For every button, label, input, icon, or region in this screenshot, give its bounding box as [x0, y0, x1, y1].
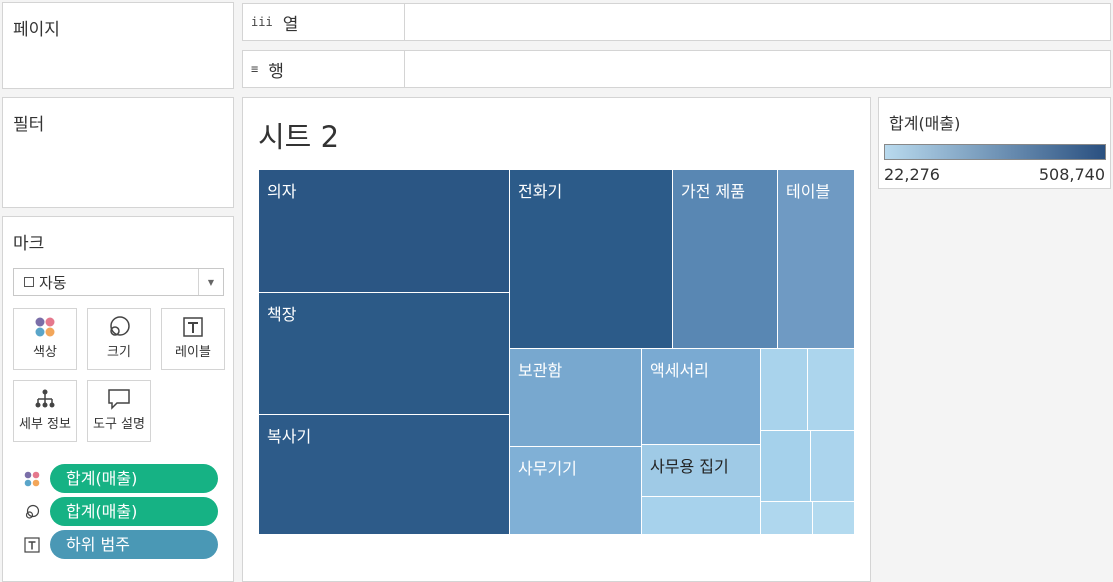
treemap-tile[interactable]: 복사기 — [259, 415, 510, 535]
treemap-tile[interactable]: 전화기 — [510, 170, 673, 349]
treemap-tile[interactable]: 의자 — [259, 170, 510, 293]
treemap-tile[interactable] — [813, 502, 855, 535]
chevron-down-icon[interactable]: ▼ — [198, 269, 223, 295]
treemap-tile[interactable] — [761, 349, 808, 431]
size-icon — [110, 316, 130, 336]
square-icon — [24, 277, 34, 287]
hierarchy-icon — [35, 389, 55, 408]
color-button-label: 색상 — [33, 345, 57, 360]
size-button-label: 크기 — [107, 345, 131, 360]
marks-field-row: 하위 범주 — [23, 530, 223, 560]
marks-field-row: 합계(매출) — [23, 497, 223, 527]
treemap-tile[interactable]: 사무기기 — [510, 447, 642, 535]
tooltip-button-label: 도구 설명 — [93, 417, 145, 432]
legend-color-ramp — [884, 144, 1106, 160]
text-t-icon — [183, 317, 203, 337]
columns-shelf[interactable]: iii 열 — [242, 3, 1111, 41]
legend-title: 합계(매출) — [889, 114, 961, 133]
sheet-title: 시트 2 — [258, 120, 340, 154]
size-icon — [23, 503, 41, 521]
mark-type-dropdown[interactable]: 자동 ▼ — [13, 268, 224, 296]
rows-icon: ≡ — [251, 62, 259, 76]
marks-card-title: 마크 — [13, 234, 45, 254]
color-button[interactable]: 색상 — [13, 308, 77, 370]
pages-panel[interactable]: 페이지 — [2, 2, 234, 89]
marks-field-row: 합계(매출) — [23, 464, 223, 494]
treemap-tile[interactable] — [808, 349, 855, 431]
filters-panel[interactable]: 필터 — [2, 97, 234, 208]
treemap-tile[interactable] — [761, 502, 813, 535]
rows-shelf-label: 행 — [268, 61, 284, 82]
tooltip-button[interactable]: 도구 설명 — [87, 380, 151, 442]
marks-card: 마크 자동 ▼ 색상 크기 레이블 세부 정보 도구 설명 합계(매출) 합계(… — [2, 216, 234, 582]
treemap-tile[interactable] — [642, 497, 761, 535]
speech-bubble-icon — [108, 389, 130, 410]
detail-button[interactable]: 세부 정보 — [13, 380, 77, 442]
treemap-tile[interactable]: 보관함 — [510, 349, 642, 447]
label-pill[interactable]: 하위 범주 — [50, 530, 218, 559]
columns-shelf-label: 열 — [282, 14, 299, 35]
label-button[interactable]: 레이블 — [161, 308, 225, 370]
legend-min-value: 22,276 — [884, 165, 940, 184]
rows-shelf[interactable]: ≡ 행 — [242, 50, 1111, 88]
treemap-tile[interactable]: 액세서리 — [642, 349, 761, 445]
label-button-label: 레이블 — [175, 345, 211, 360]
mark-type-value: 자동 — [39, 273, 67, 292]
treemap-tile[interactable] — [761, 431, 811, 502]
treemap-tile[interactable]: 테이블 — [778, 170, 855, 349]
size-button[interactable]: 크기 — [87, 308, 151, 370]
color-icon — [23, 470, 41, 488]
pages-panel-title: 페이지 — [13, 20, 60, 40]
size-pill[interactable]: 합계(매출) — [50, 497, 218, 526]
detail-button-label: 세부 정보 — [19, 417, 71, 432]
legend-max-value: 508,740 — [1038, 165, 1105, 184]
treemap-tile[interactable] — [811, 431, 855, 502]
label-icon — [23, 536, 41, 554]
treemap-tile[interactable]: 책장 — [259, 293, 510, 415]
treemap-tile[interactable]: 가전 제품 — [673, 170, 778, 349]
color-dots-icon — [35, 317, 55, 337]
color-pill[interactable]: 합계(매출) — [50, 464, 218, 493]
treemap-tile[interactable]: 사무용 집기 — [642, 445, 761, 497]
columns-icon: iii — [251, 15, 273, 29]
filters-panel-title: 필터 — [13, 115, 45, 135]
treemap: 의자 전화기 가전 제품 테이블 책장 복사기 보관함 액세서리 사무기기 사무… — [259, 170, 855, 535]
